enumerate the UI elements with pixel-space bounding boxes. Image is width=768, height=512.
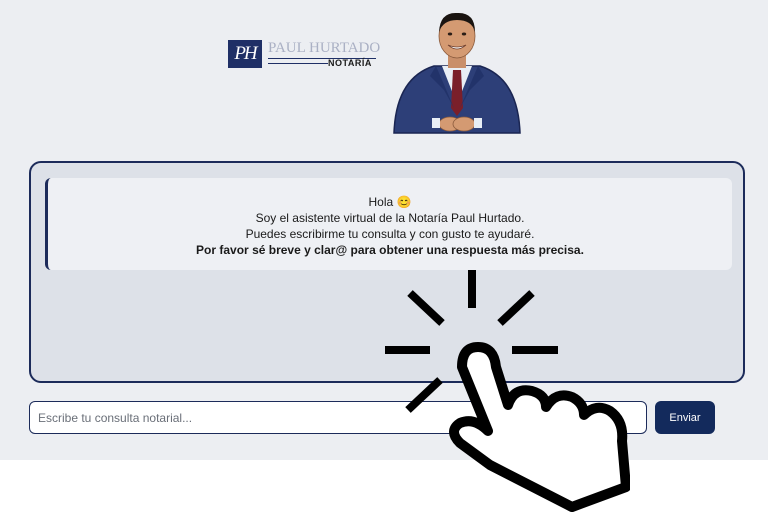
logo-monogram: PH bbox=[228, 40, 262, 68]
message-line-greeting: Hola 😊 bbox=[368, 195, 412, 209]
bot-message-bubble: Hola 😊 Soy el asistente virtual de la No… bbox=[45, 178, 732, 270]
message-line-intro: Soy el asistente virtual de la Notaría P… bbox=[255, 211, 525, 225]
notary-avatar-illustration bbox=[393, 12, 521, 134]
message-line-emphasis: Por favor sé breve y clar@ para obtener … bbox=[196, 243, 584, 257]
message-line-invite: Puedes escribirme tu consulta y con gust… bbox=[245, 227, 535, 241]
logo-subtitle: NOTARÍA bbox=[328, 58, 372, 68]
logo-name: PAUL HURTADO bbox=[268, 40, 381, 56]
chat-message-input[interactable] bbox=[29, 401, 647, 434]
send-button[interactable]: Enviar bbox=[655, 401, 715, 434]
logo-rule-short bbox=[268, 63, 328, 64]
notaria-logo: PH PAUL HURTADO NOTARÍA bbox=[228, 40, 383, 70]
